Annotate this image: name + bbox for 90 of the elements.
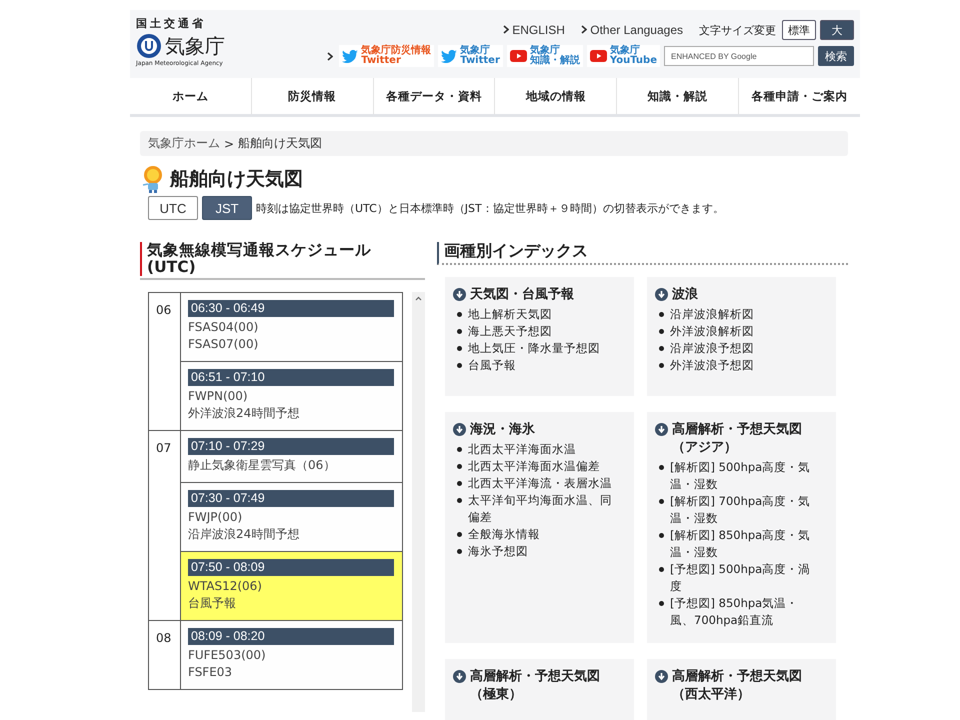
social-banner[interactable]: 気象庁 Twitter [438,45,503,67]
banner-label: 気象庁 Twitter [460,46,500,66]
card-title[interactable]: 高層解析・予想天気図（アジア） [672,421,820,457]
card-link[interactable]: 海氷予想図 [457,543,618,560]
card-title[interactable]: 高層解析・予想天気図（西太平洋） [672,668,820,704]
card-link[interactable]: 地上解析天気図 [457,306,618,323]
card-link[interactable]: 北西太平洋海面水温 [457,441,618,458]
card-link[interactable]: [解析図] 500hpa高度・気温・湿数 [659,459,820,493]
play-icon [590,50,607,62]
banner-label: 気象庁防災情報 Twitter [361,46,432,66]
nav-item[interactable]: 防災情報 [252,78,374,114]
agency-name[interactable]: 気象庁 [165,34,225,58]
time-bar: 08:09 - 08:20 [188,628,394,645]
card-link[interactable]: [予想図] 500hpa高度・渦度 [659,561,820,595]
time-zone-button[interactable]: UTC [148,196,198,220]
social-banner[interactable]: 気象庁 知識・解説 [506,45,583,67]
card-link[interactable]: 台風予報 [457,357,618,374]
down-arrow-icon [453,670,466,683]
schedule-text: FWPN(00) [188,388,249,405]
bird-icon [342,50,358,62]
card-link[interactable]: 沿岸波浪予想図 [659,340,820,357]
card-link[interactable]: 全般海氷情報 [457,526,618,543]
nav-item[interactable]: 知識・解説 [617,78,740,114]
nav-item[interactable]: ホーム [130,78,252,114]
down-arrow-icon [453,288,466,301]
banner-label: 気象庁 YouTube [610,46,657,66]
schedule-text: FSAS07(00) [188,336,260,353]
schedule-text: 外洋波浪24時間予想 [188,405,300,422]
down-arrow-icon [655,423,668,436]
header-link[interactable]: ENGLISH [502,23,565,37]
font-size-label: 文字サイズ変更 [699,22,776,38]
scroll-up-icon [415,296,422,301]
toggle-note: 時刻は協定世界時（UTC）と日本標準時（JST：協定世界時＋９時間）の切替表示ができます。 [256,200,724,216]
banner-label: 気象庁 知識・解説 [530,46,580,66]
card-title[interactable]: 高層解析・予想天気図（極東） [470,668,618,704]
card-link[interactable]: 海上悪天予想図 [457,323,618,340]
card-link[interactable]: [予想図] 850hpa気温・風、700hpa鉛直流 [659,595,820,629]
nav-item[interactable]: 地域の情報 [495,78,618,114]
schedule-text: 静止気象衛星雲写真（06） [188,457,336,474]
bird-icon [441,50,458,62]
card-link[interactable]: 地上気圧・降水量予想図 [457,340,618,357]
time-bar: 07:50 - 08:09 [188,559,394,576]
chevron-icon [580,25,587,34]
card-link[interactable]: 太平洋旬平均海面水温、同偏差 [457,492,618,526]
down-arrow-icon [655,670,668,683]
card-link[interactable]: 外洋波浪予想図 [659,357,820,374]
schedule-text: FWJP(00) [188,509,244,526]
nav-item[interactable]: 各種申請・ご案内 [739,78,860,114]
schedule-text: FSFE03 [188,664,234,681]
card-link[interactable]: 外洋波浪解析図 [659,323,820,340]
time-zone-button[interactable]: JST [202,196,252,220]
section-heading: 気象無線模写通報スケジュール(UTC) [140,242,372,276]
schedule-text: WTAS12(06) [188,578,263,595]
card-title[interactable]: 天気図・台風予報 [470,286,574,304]
down-arrow-icon [655,288,668,301]
card-link[interactable]: [解析図] 700hpa高度・気温・湿数 [659,493,820,527]
scrollbar[interactable] [412,292,425,712]
chevron-icon [327,52,334,60]
search-button[interactable]: 検索 [818,46,854,66]
breadcrumb-separator: > [224,136,234,150]
card-title[interactable]: 海況・海氷 [470,421,535,439]
card-link[interactable]: 北西太平洋海面水温偏差 [457,458,618,475]
social-banner[interactable]: 気象庁 YouTube [586,45,660,67]
schedule-text: 台風予報 [188,595,237,612]
time-bar: 06:51 - 07:10 [188,369,394,386]
card-link[interactable]: [解析図] 850hpa高度・気温・湿数 [659,527,820,561]
time-bar: 07:10 - 07:29 [188,438,394,455]
chevron-icon [502,25,509,34]
ministry-name[interactable]: 国土交通省 [136,16,225,31]
breadcrumb-current: 船舶向け天気図 [238,135,322,152]
time-bar: 06:30 - 06:49 [188,300,394,317]
time-bar: 07:30 - 07:49 [188,490,394,507]
card-link[interactable]: 沿岸波浪解析図 [659,306,820,323]
down-arrow-icon [453,423,466,436]
schedule-text: 沿岸波浪24時間予想 [188,526,300,543]
schedule-text: FSAS04(00) [188,319,260,336]
card-title[interactable]: 波浪 [672,286,698,304]
schedule-text: FUFE503(00) [188,647,267,664]
font-size-button[interactable]: 標準 [782,20,816,40]
card-link[interactable]: 北西太平洋海流・表層水温 [457,475,618,492]
breadcrumb-link[interactable]: 気象庁ホーム [148,135,220,152]
social-banner[interactable]: 気象庁防災情報 Twitter [339,45,434,67]
nav-item[interactable]: 各種データ・資料 [374,78,496,114]
header-link[interactable]: Other Languages [580,23,683,37]
search-field[interactable]: ENHANCED BY Google [664,46,814,66]
play-icon [510,50,527,62]
page-title: 船舶向け天気図 [170,167,303,192]
font-size-button[interactable]: 大 [820,20,854,40]
emblem-icon [136,33,162,59]
section-heading: 画種別インデックス [437,242,848,265]
